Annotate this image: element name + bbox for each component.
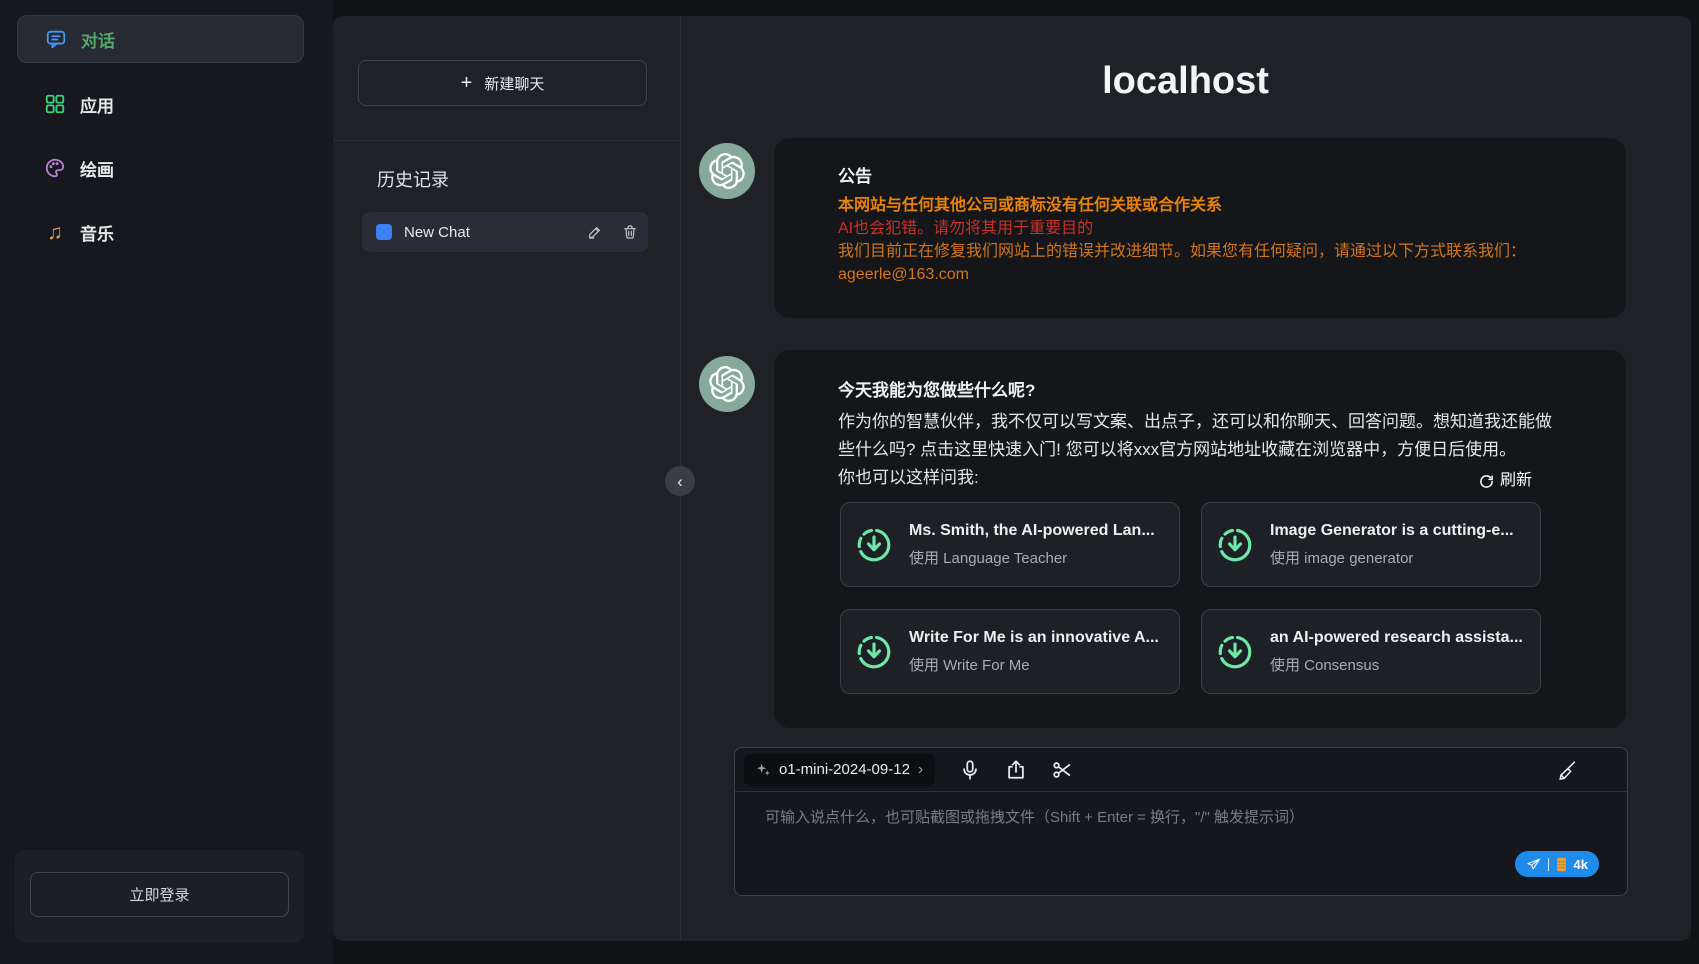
plus-icon: + — [461, 72, 473, 95]
ask-hint: 你也可以这样问我: — [838, 468, 979, 487]
download-circle-icon — [855, 633, 893, 671]
clear-context-button[interactable] — [1556, 759, 1578, 781]
login-panel: 立即登录 — [15, 850, 304, 943]
page-title: localhost — [680, 60, 1691, 103]
new-chat-button[interactable]: + 新建聊天 — [358, 60, 647, 106]
scissors-icon — [1051, 759, 1073, 781]
main-panel: + 新建聊天 历史记录 New Chat ‹ localhost 公告 本网站与… — [333, 16, 1691, 941]
broom-icon — [1556, 759, 1578, 781]
card-subtitle: 使用 Language Teacher — [909, 547, 1155, 568]
new-chat-label: 新建聊天 — [484, 73, 544, 94]
refresh-suggestions-button[interactable]: 刷新 — [1479, 467, 1532, 495]
card-subtitle: 使用 Write For Me — [909, 654, 1159, 675]
refresh-label: 刷新 — [1500, 467, 1532, 495]
history-item-title: New Chat — [404, 224, 568, 241]
card-subtitle: 使用 Consensus — [1270, 654, 1523, 675]
sidebar-item-label: 音乐 — [80, 220, 114, 245]
card-subtitle: 使用 image generator — [1270, 547, 1514, 568]
chevron-left-icon: ‹ — [677, 473, 683, 490]
apps-grid-icon — [44, 93, 66, 115]
welcome-body: 作为你的智慧伙伴，我不仅可以写文案、出点子，还可以和你聊天、回答问题。想知道我还… — [838, 408, 1562, 464]
message-input[interactable] — [765, 806, 1585, 876]
card-title: an AI-powered research assista... — [1270, 629, 1523, 647]
coin-icon — [1556, 857, 1567, 872]
sidebar-item-label: 对话 — [81, 27, 115, 52]
scissors-button[interactable] — [1051, 759, 1073, 781]
model-selector[interactable]: o1-mini-2024-09-12 › — [744, 754, 935, 786]
sidebar-item-chat[interactable]: 对话 — [17, 15, 304, 63]
download-circle-icon — [1216, 526, 1254, 564]
card-title: Image Generator is a cutting-e... — [1270, 522, 1514, 540]
chat-color-swatch — [376, 224, 392, 240]
sidebar-item-label: 绘画 — [80, 156, 114, 181]
music-note-icon: ♫ — [44, 221, 66, 243]
upload-icon — [1005, 759, 1027, 781]
chat-icon — [45, 28, 67, 50]
delete-icon[interactable] — [622, 224, 638, 240]
welcome-message: 今天我能为您做些什么呢? 作为你的智慧伙伴，我不仅可以写文案、出点子，还可以和你… — [774, 350, 1626, 728]
sidebar-item-label: 应用 — [80, 92, 114, 117]
send-icon — [1526, 857, 1541, 872]
suggestion-card[interactable]: an AI-powered research assista... 使用 Con… — [1201, 609, 1541, 694]
badge-divider — [1548, 858, 1549, 871]
notice-line: 我们目前正在修复我们网站上的错误并改进细节。如果您有任何疑问，请通过以下方式联系… — [838, 240, 1562, 263]
sidebar-item-apps[interactable]: 应用 — [17, 80, 304, 128]
history-divider — [333, 140, 680, 141]
notice-line: AI也会犯错。请勿将其用于重要目的 — [838, 217, 1562, 240]
download-circle-icon — [1216, 633, 1254, 671]
model-label: o1-mini-2024-09-12 — [779, 761, 910, 778]
history-item[interactable]: New Chat — [362, 212, 648, 252]
sidebar: 对话 应用 绘画 ♫ 音乐 立即登录 — [0, 0, 333, 964]
suggestion-card[interactable]: Image Generator is a cutting-e... 使用 ima… — [1201, 502, 1541, 587]
history-heading: 历史记录 — [377, 166, 449, 192]
edit-icon[interactable] — [587, 224, 603, 240]
notice-message: 公告 本网站与任何其他公司或商标没有任何关联或合作关系 AI也会犯错。请勿将其用… — [774, 138, 1626, 318]
token-count: 4k — [1574, 857, 1588, 872]
openai-logo-icon — [709, 366, 745, 402]
suggestion-cards: Ms. Smith, the AI-powered Lan... 使用 Lang… — [840, 502, 1562, 694]
palette-icon — [44, 157, 66, 179]
openai-logo-icon — [709, 153, 745, 189]
notice-line: 本网站与任何其他公司或商标没有任何关联或合作关系 — [838, 194, 1562, 217]
sparkles-icon — [756, 762, 771, 777]
download-circle-icon — [855, 526, 893, 564]
notice-title: 公告 — [838, 162, 1562, 187]
card-title: Write For Me is an innovative A... — [909, 629, 1159, 647]
welcome-title: 今天我能为您做些什么呢? — [838, 376, 1562, 401]
notice-email[interactable]: ageerle@163.com — [838, 263, 1562, 286]
refresh-icon — [1479, 474, 1494, 489]
suggestion-card[interactable]: Write For Me is an innovative A... 使用 Wr… — [840, 609, 1180, 694]
login-button[interactable]: 立即登录 — [30, 872, 289, 917]
token-badge[interactable]: 4k — [1515, 851, 1599, 877]
card-title: Ms. Smith, the AI-powered Lan... — [909, 522, 1155, 540]
assistant-avatar — [699, 143, 755, 199]
composer: o1-mini-2024-09-12 › — [734, 747, 1628, 896]
upload-button[interactable] — [1005, 759, 1027, 781]
sidebar-item-music[interactable]: ♫ 音乐 — [17, 208, 304, 256]
chevron-right-icon: › — [918, 761, 923, 779]
suggestion-card[interactable]: Ms. Smith, the AI-powered Lan... 使用 Lang… — [840, 502, 1180, 587]
microphone-button[interactable] — [959, 759, 981, 781]
microphone-icon — [959, 759, 981, 781]
assistant-avatar — [699, 356, 755, 412]
composer-toolbar: o1-mini-2024-09-12 › — [735, 748, 1627, 792]
collapse-sidebar-button[interactable]: ‹ — [665, 466, 695, 496]
sidebar-item-draw[interactable]: 绘画 — [17, 144, 304, 192]
